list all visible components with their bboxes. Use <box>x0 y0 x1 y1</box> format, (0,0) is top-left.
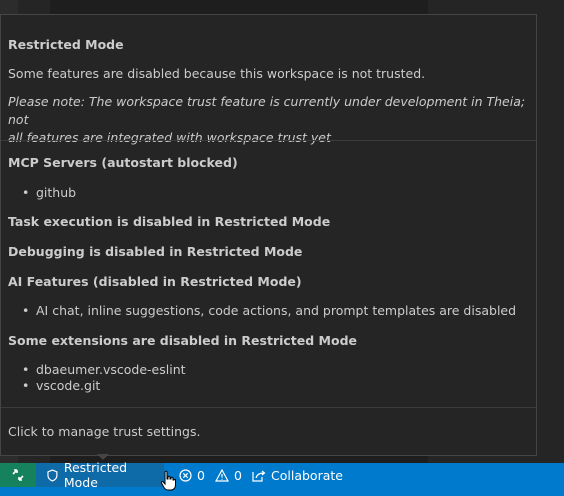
hover-note-line1: Please note: The workspace trust feature… <box>8 94 526 127</box>
task-heading: Task execution is disabled in Restricted… <box>8 214 331 229</box>
restricted-mode-label: Restricted Mode <box>63 460 128 490</box>
warning-count: 0 <box>233 467 242 483</box>
restricted-mode-button[interactable]: Restricted Mode <box>36 460 164 490</box>
list-item: dbaeumer.vscode-eslint <box>22 362 185 377</box>
ai-heading: AI Features (disabled in Restricted Mode… <box>8 274 302 289</box>
mcp-heading: MCP Servers (autostart blocked) <box>8 155 238 170</box>
remote-button[interactable] <box>0 463 36 487</box>
problems-button[interactable]: 0 0 <box>179 463 242 487</box>
manage-trust-link[interactable]: Click to manage trust settings. <box>8 424 528 439</box>
extensions-heading: Some extensions are disabled in Restrict… <box>8 333 358 348</box>
collaborate-icon <box>252 470 266 482</box>
warning-icon <box>214 468 229 482</box>
shield-icon <box>47 468 58 482</box>
error-icon <box>179 468 192 482</box>
list-item: github <box>22 185 76 200</box>
collaborate-label: Collaborate <box>271 467 343 483</box>
debug-heading: Debugging is disabled in Restricted Mode <box>8 244 303 259</box>
restricted-mode-hover[interactable]: Restricted Mode Some features are disabl… <box>0 14 537 456</box>
list-item: vscode.git <box>22 378 100 393</box>
error-count: 0 <box>197 467 205 483</box>
remote-icon <box>12 469 24 481</box>
status-bar: Restricted Mode 0 0 Collaborate <box>0 460 564 496</box>
hover-note: Please note: The workspace trust feature… <box>8 93 528 147</box>
hover-note-line2: all features are integrated with workspa… <box>8 130 331 145</box>
divider <box>1 407 536 408</box>
divider <box>1 140 536 141</box>
hover-title: Restricted Mode <box>8 37 124 52</box>
hand-cursor-icon <box>160 470 176 491</box>
collaborate-button[interactable]: Collaborate <box>252 463 343 487</box>
hover-description: Some features are disabled because this … <box>8 66 426 81</box>
list-item: AI chat, inline suggestions, code action… <box>22 303 516 318</box>
